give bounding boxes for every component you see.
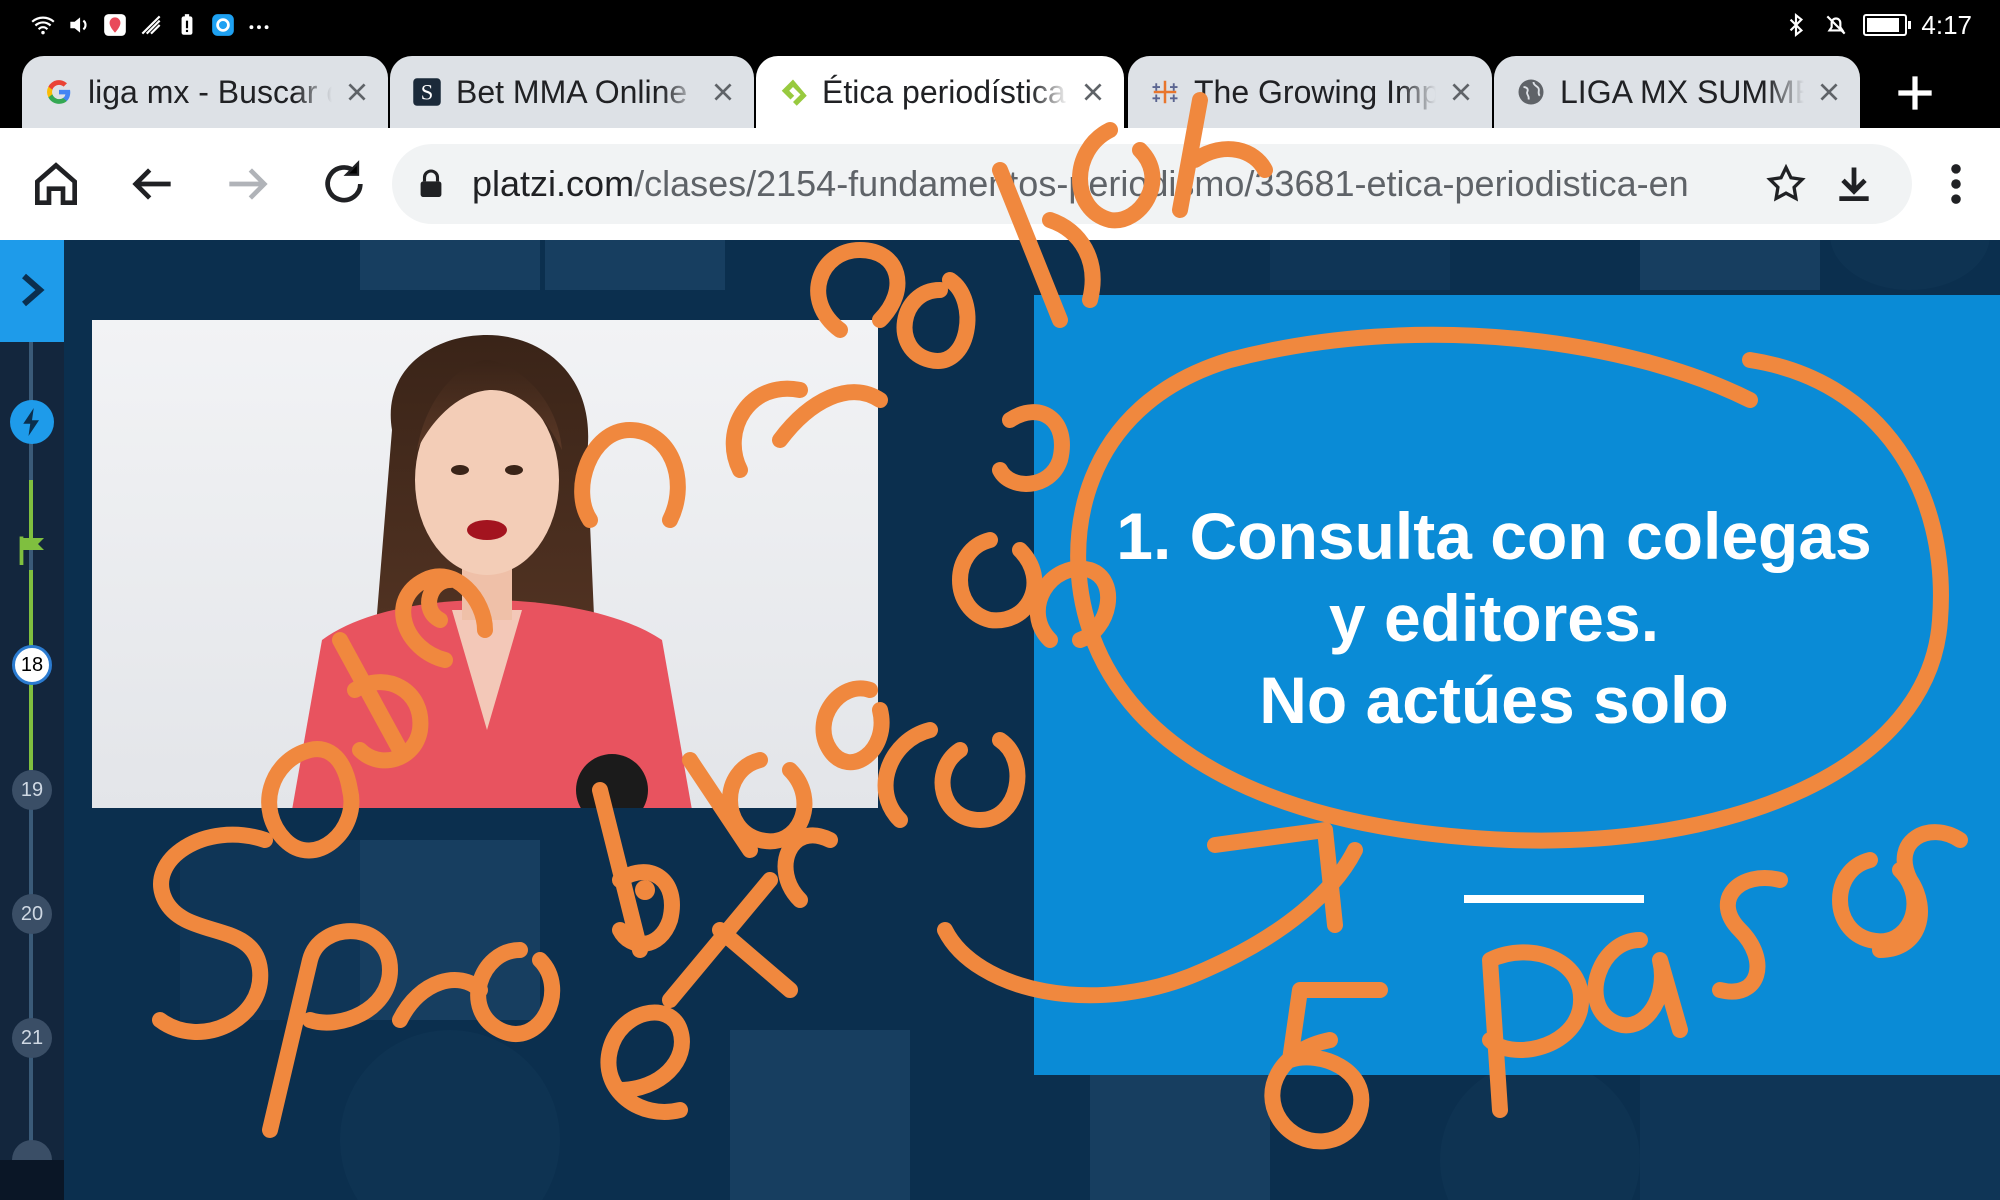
class-node[interactable]: 19 (12, 770, 52, 810)
s-logo-icon: S (413, 78, 441, 106)
chevron-right-icon (22, 273, 45, 307)
background-shape (1440, 1060, 1640, 1200)
tab-title: LIGA MX SUMMER (1560, 73, 1804, 110)
address-bar[interactable]: platzi.com/clases/2154-fundamentos-perio… (392, 144, 1912, 224)
presenter-video[interactable] (92, 320, 878, 808)
tableau-icon (1152, 80, 1178, 104)
slide-card: 1. Consulta con colegas y editores. No a… (1034, 295, 2000, 1075)
background-shape (1270, 240, 1450, 290)
close-icon[interactable] (1448, 79, 1474, 105)
battery-alert-icon (181, 14, 193, 35)
volume-icon (70, 17, 87, 33)
background-shape (180, 840, 360, 1020)
background-shape (360, 840, 540, 1020)
slide-line: y editores. (1328, 581, 1660, 655)
lightning-icon[interactable] (10, 400, 54, 444)
status-icons-right: 4:17 (1783, 8, 1972, 42)
class-node[interactable]: 18 (12, 645, 52, 685)
svg-text:S: S (421, 80, 434, 105)
bluetooth-icon (1790, 12, 1804, 38)
status-bar: 4:17 (0, 0, 2000, 50)
tab-liga-mx-search[interactable]: liga mx - Buscar con Google (22, 56, 388, 128)
menu-icon[interactable] (1930, 158, 1982, 210)
forward-icon[interactable] (220, 156, 276, 212)
signal-icon (141, 15, 161, 35)
class-node[interactable]: 20 (12, 894, 52, 934)
clock-time: 4:17 (1921, 9, 1972, 40)
tab-liga-mx-summer[interactable]: LIGA MX SUMMER (1494, 56, 1860, 128)
browser-toolbar: platzi.com/clases/2154-fundamentos-perio… (0, 128, 2000, 240)
presenter-image (292, 335, 692, 808)
course-sidebar: 18 19 20 21 (0, 240, 64, 1200)
status-icons-left (30, 8, 272, 42)
timeline-progress (29, 690, 33, 770)
tab-strip: liga mx - Buscar con Google S Bet MMA On… (0, 50, 2000, 128)
battery-icon (1863, 14, 1912, 36)
background-shape (730, 1030, 910, 1200)
tab-growing-impact[interactable]: The Growing Impact (1128, 56, 1492, 128)
reload-icon[interactable] (316, 156, 372, 212)
background-shape (1640, 240, 1820, 290)
location-icon (104, 14, 126, 36)
background-shape (1830, 240, 1990, 290)
background-shape (360, 240, 540, 290)
close-icon[interactable] (710, 79, 736, 105)
tab-title: liga mx - Buscar con Google (88, 73, 332, 110)
new-tab-button[interactable] (1890, 68, 1940, 118)
platzi-icon (781, 79, 807, 106)
download-icon[interactable] (1832, 162, 1876, 206)
tab-title: Ética periodística en la cobertura (822, 73, 1068, 110)
tab-bet-mma[interactable]: S Bet MMA Online (390, 56, 754, 128)
google-icon (47, 80, 71, 104)
mute-icon (1826, 15, 1846, 35)
slide-line: No actúes solo (1259, 663, 1729, 737)
url-host: platzi.com (472, 163, 635, 204)
background-shape (1640, 1070, 2000, 1200)
globe-icon (1518, 79, 1544, 105)
bookmark-star-icon[interactable] (1764, 162, 1808, 206)
more-icon (249, 25, 269, 30)
background-shape (340, 1030, 560, 1200)
app-icon (212, 14, 234, 36)
class-node[interactable]: 21 (12, 1018, 52, 1058)
slide-underline (1464, 895, 1644, 903)
sidebar-footer (0, 1160, 64, 1200)
wifi-icon (31, 16, 55, 35)
tab-etica-periodistica[interactable]: Ética periodística en la cobertura (756, 56, 1124, 128)
lock-icon[interactable] (418, 168, 444, 200)
url-text[interactable]: platzi.com/clases/2154-fundamentos-perio… (472, 144, 1762, 224)
slide-text: 1. Consulta con colegas y editores. No a… (1094, 495, 1894, 741)
close-icon[interactable] (1816, 79, 1842, 105)
url-path: /clases/2154-fundamentos-periodismo/3368… (634, 163, 1689, 204)
flag-icon (19, 536, 44, 565)
background-shape (545, 240, 725, 290)
sidebar-toggle-button[interactable] (0, 240, 64, 342)
web-content: 18 19 20 21 1. Consulta con colegas y ed… (0, 240, 2000, 1200)
close-icon[interactable] (1080, 79, 1106, 105)
slide-line: 1. Consulta con colegas (1116, 499, 1872, 573)
tab-title: Bet MMA Online (456, 73, 688, 110)
back-icon[interactable] (124, 156, 180, 212)
tab-title: The Growing Impact (1194, 73, 1436, 110)
timeline-progress (29, 480, 33, 540)
home-icon[interactable] (28, 156, 84, 212)
close-icon[interactable] (344, 79, 370, 105)
